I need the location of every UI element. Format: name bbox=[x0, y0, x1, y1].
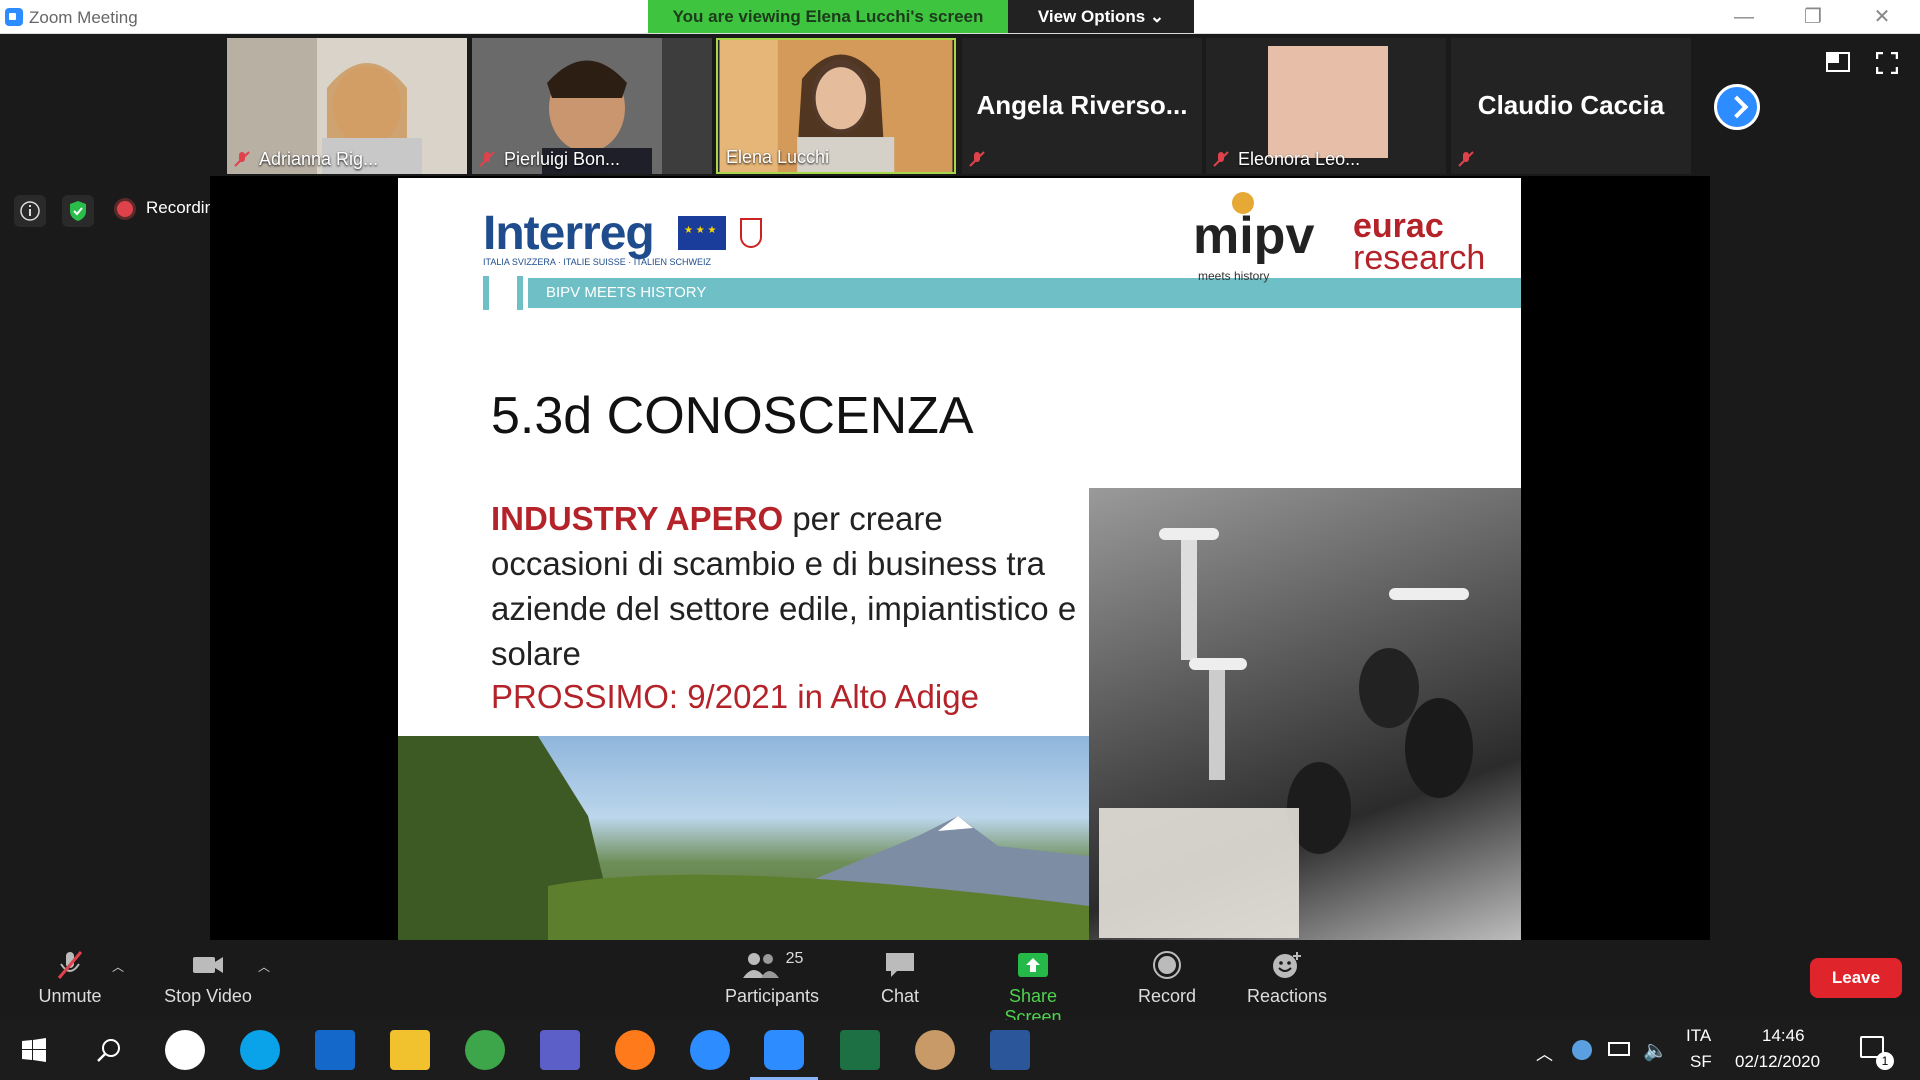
skype-app-icon[interactable] bbox=[240, 1030, 280, 1070]
search-icon[interactable] bbox=[96, 1037, 122, 1063]
audio-options-caret-icon[interactable]: ︿ bbox=[112, 958, 124, 975]
participant-name: Elena Lucchi bbox=[726, 147, 830, 167]
chat-bubble-icon bbox=[886, 953, 914, 977]
participant-tile[interactable]: Claudio Caccia bbox=[1451, 38, 1691, 174]
slide-body-highlight: INDUSTRY APERO bbox=[491, 500, 784, 537]
notification-count-badge: 1 bbox=[1876, 1052, 1894, 1070]
participant-tile[interactable]: Adrianna Rig... bbox=[227, 38, 467, 174]
stop-video-label: Stop Video bbox=[164, 986, 252, 1006]
slide-title: 5.3d CONOSCENZA bbox=[491, 387, 974, 445]
record-icon bbox=[1153, 951, 1181, 979]
unmute-button[interactable]: Unmute bbox=[30, 950, 110, 1007]
record-button[interactable]: Record bbox=[1132, 950, 1202, 1007]
recording-indicator-icon bbox=[117, 201, 133, 217]
browser-globe-icon[interactable] bbox=[465, 1030, 505, 1070]
slide-body: INDUSTRY APERO per creare occasioni di s… bbox=[491, 496, 1081, 676]
view-options-button[interactable]: View Options ⌄ bbox=[1008, 0, 1194, 33]
windows-start-icon[interactable] bbox=[22, 1038, 46, 1062]
restore-button[interactable]: ❐ bbox=[1793, 4, 1833, 30]
clock-time[interactable]: 14:46 bbox=[1762, 1026, 1805, 1046]
landscape-photo bbox=[398, 736, 1089, 940]
reactions-smiley-icon bbox=[1273, 952, 1301, 978]
participants-icon bbox=[742, 953, 779, 978]
record-label: Record bbox=[1137, 986, 1197, 1006]
mipv-logo: mipv bbox=[1193, 207, 1315, 265]
participant-tile[interactable]: Angela Riverso... bbox=[962, 38, 1202, 174]
fullscreen-icon[interactable] bbox=[1876, 52, 1898, 74]
participant-tile[interactable]: Eleonora Leo... bbox=[1206, 38, 1446, 174]
teams-app-icon[interactable] bbox=[540, 1030, 580, 1070]
share-screen-button[interactable]: Share Screen bbox=[978, 950, 1088, 1028]
input-language[interactable]: ITA bbox=[1686, 1026, 1711, 1046]
encryption-shield-icon[interactable] bbox=[62, 195, 94, 227]
eurac-logo: eurac research bbox=[1353, 207, 1486, 277]
mipv-logo-subtitle: meets history bbox=[1198, 269, 1270, 283]
building-icon bbox=[483, 276, 523, 310]
interreg-logo: Interreg bbox=[483, 207, 655, 260]
windows-taskbar: ︿ 🔈 ITA SF 14:46 02/12/2020 1 bbox=[0, 1020, 1920, 1080]
muted-mic-icon bbox=[969, 151, 985, 167]
muted-mic-icon bbox=[1458, 151, 1474, 167]
meeting-controls: Unmute ︿ Stop Video ︿ 25 Participants Ch… bbox=[0, 940, 1920, 1027]
chat-button[interactable]: Chat bbox=[868, 950, 932, 1007]
viewing-screen-banner: You are viewing Elena Lucchi's screen bbox=[648, 0, 1008, 33]
presentation-slide: Interreg ITALIA SVIZZERA · ITALIE SUISSE… bbox=[398, 178, 1521, 940]
keyboard-layout[interactable]: SF bbox=[1690, 1052, 1712, 1072]
eurac-logo-line2: research bbox=[1353, 239, 1486, 277]
participant-tile-active[interactable]: Elena Lucchi bbox=[716, 38, 956, 174]
reactions-button[interactable]: Reactions bbox=[1240, 950, 1334, 1007]
zoom-client-icon[interactable] bbox=[690, 1030, 730, 1070]
meeting-info-icon[interactable] bbox=[14, 195, 46, 227]
paint-app-icon[interactable] bbox=[915, 1030, 955, 1070]
network-icon[interactable] bbox=[1572, 1040, 1592, 1060]
interreg-subtitle: ITALIA SVIZZERA · ITALIE SUISSE · ITALIE… bbox=[483, 257, 712, 267]
chat-label: Chat bbox=[880, 986, 920, 1006]
participant-name: Adrianna Rig... bbox=[259, 149, 379, 169]
swiss-shield-icon bbox=[740, 218, 762, 248]
participants-label: Participants bbox=[724, 986, 820, 1006]
minimize-button[interactable]: — bbox=[1724, 4, 1764, 30]
participants-button[interactable]: 25 Participants bbox=[720, 950, 824, 1007]
window-title: Zoom Meeting bbox=[29, 8, 138, 27]
video-camera-icon bbox=[193, 957, 223, 973]
gallery-view-icon[interactable] bbox=[1826, 52, 1850, 72]
reactions-label: Reactions bbox=[1246, 986, 1328, 1006]
slide-next-event: PROSSIMO: 9/2021 in Alto Adige bbox=[491, 678, 979, 715]
stop-video-button[interactable]: Stop Video bbox=[158, 950, 258, 1007]
zoom-meeting-icon[interactable] bbox=[750, 1030, 818, 1080]
outlook-app-icon[interactable] bbox=[315, 1030, 355, 1070]
participant-name: Pierluigi Bon... bbox=[504, 149, 621, 169]
participant-photo bbox=[1268, 46, 1388, 158]
unmute-label: Unmute bbox=[38, 986, 102, 1006]
video-options-caret-icon[interactable]: ︿ bbox=[258, 958, 270, 975]
close-button[interactable]: ✕ bbox=[1862, 4, 1902, 30]
participant-tile[interactable]: Pierluigi Bon... bbox=[472, 38, 712, 174]
eurac-logo-line1: eurac bbox=[1353, 207, 1444, 245]
clock-date[interactable]: 02/12/2020 bbox=[1735, 1052, 1820, 1072]
muted-mic-icon bbox=[234, 151, 250, 167]
muted-mic-icon bbox=[1213, 151, 1229, 167]
project-band-label: BIPV MEETS HISTORY bbox=[546, 284, 707, 301]
tray-overflow-icon[interactable]: ︿ bbox=[1536, 1040, 1553, 1065]
excel-app-icon[interactable] bbox=[840, 1030, 880, 1070]
event-photo bbox=[1089, 488, 1521, 940]
muted-mic-icon bbox=[57, 951, 83, 979]
leave-meeting-button[interactable]: Leave bbox=[1810, 958, 1902, 998]
zoom-app-icon bbox=[5, 8, 23, 26]
participant-name: Claudio Caccia bbox=[1477, 90, 1665, 120]
firefox-app-icon[interactable] bbox=[615, 1030, 655, 1070]
participant-name: Angela Riverso... bbox=[976, 90, 1188, 120]
slack-app-icon[interactable] bbox=[165, 1030, 205, 1070]
file-explorer-icon[interactable] bbox=[390, 1030, 430, 1070]
participant-name: Eleonora Leo... bbox=[1238, 149, 1361, 169]
participants-count: 25 bbox=[785, 950, 804, 967]
eu-flag-icon bbox=[678, 216, 726, 250]
share-screen-icon bbox=[1018, 953, 1048, 977]
battery-icon[interactable] bbox=[1608, 1042, 1630, 1056]
word-app-icon[interactable] bbox=[990, 1030, 1030, 1070]
next-page-button[interactable] bbox=[1714, 84, 1760, 130]
volume-icon[interactable]: 🔈 bbox=[1643, 1038, 1668, 1063]
muted-mic-icon bbox=[479, 151, 495, 167]
title-bar: Zoom Meeting You are viewing Elena Lucch… bbox=[0, 0, 1920, 34]
